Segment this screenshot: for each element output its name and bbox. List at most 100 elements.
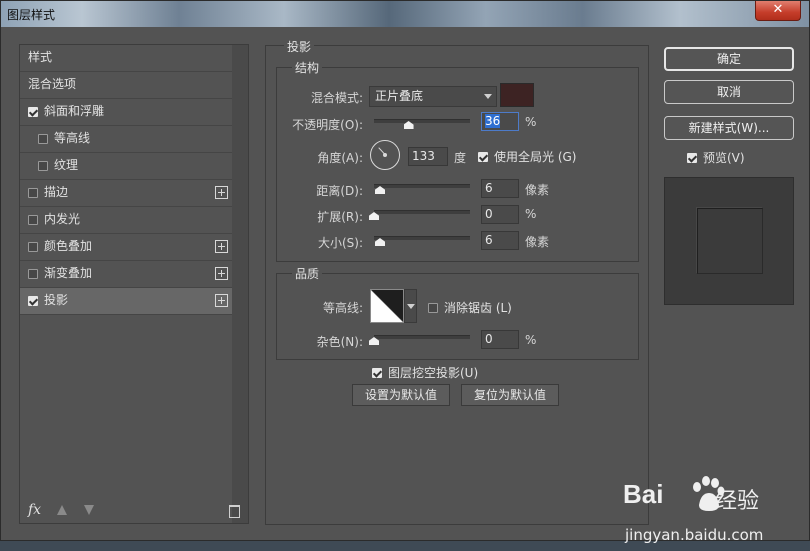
noise-input[interactable]: 0 — [481, 330, 519, 349]
opacity-unit: % — [525, 115, 537, 129]
style-item-label: 颜色叠加 — [44, 239, 93, 253]
style-checkbox[interactable] — [28, 269, 38, 279]
reset-default-button[interactable]: 复位为默认值 — [461, 384, 559, 406]
noise-unit: % — [525, 333, 537, 347]
add-icon[interactable] — [215, 294, 228, 307]
style-item-label: 投影 — [44, 293, 69, 307]
opacity-label: 不透明度(O): — [292, 118, 363, 132]
preview-checkbox[interactable]: 预览(V) — [687, 149, 745, 166]
style-item[interactable]: 混合选项 — [20, 72, 232, 99]
spread-input[interactable]: 0 — [481, 205, 519, 224]
blend-mode-label: 混合模式: — [310, 91, 363, 105]
opacity-value: 36 — [485, 114, 501, 128]
distance-unit: 像素 — [525, 183, 550, 197]
opacity-slider[interactable] — [374, 119, 470, 123]
window-title: 图层样式 — [7, 8, 56, 22]
cancel-button[interactable]: 取消 — [664, 80, 794, 104]
style-item[interactable]: 斜面和浮雕 — [20, 99, 232, 126]
watermark-logo-text: Bai — [623, 479, 664, 509]
style-checkbox[interactable] — [38, 161, 48, 171]
styles-toolbar: fx — [20, 500, 248, 523]
style-checkbox[interactable] — [28, 296, 38, 306]
style-checkbox[interactable] — [28, 188, 38, 198]
baidu-jingyan-watermark: Bai 经验 jingyan.baidu.com — [623, 476, 793, 551]
style-item[interactable]: 投影 — [20, 288, 232, 315]
style-item-label: 内发光 — [44, 212, 81, 226]
noise-label: 杂色(N): — [316, 335, 363, 349]
style-item-label: 斜面和浮雕 — [44, 104, 105, 118]
quality-title: 品质 — [292, 265, 323, 282]
shadow-color-swatch[interactable] — [500, 83, 534, 107]
antialias-checkbox[interactable]: 消除锯齿 (L) — [428, 299, 512, 316]
fx-icon[interactable]: fx — [28, 502, 41, 518]
size-unit: 像素 — [525, 235, 550, 249]
ok-button[interactable]: 确定 — [664, 47, 794, 71]
distance-input[interactable]: 6 — [481, 179, 519, 198]
contour-picker[interactable] — [370, 289, 404, 323]
close-button[interactable]: ✕ — [755, 1, 801, 21]
contour-label: 等高线: — [322, 301, 363, 315]
contour-dropdown-icon[interactable] — [404, 289, 417, 323]
distance-label: 距离(D): — [316, 184, 363, 198]
style-checkbox[interactable] — [28, 107, 38, 117]
noise-slider[interactable] — [374, 335, 470, 339]
style-checkbox[interactable] — [28, 242, 38, 252]
global-light-check-icon — [478, 152, 488, 162]
new-style-button[interactable]: 新建样式(W)... — [664, 116, 794, 140]
distance-slider[interactable] — [374, 184, 470, 188]
styles-list: 样式混合选项斜面和浮雕等高线纹理描边内发光颜色叠加渐变叠加投影 — [20, 45, 232, 315]
size-label: 大小(S): — [317, 236, 363, 250]
preview-label: 预览(V) — [703, 151, 745, 165]
knockout-label: 图层挖空投影(U) — [388, 366, 479, 380]
style-item-label: 渐变叠加 — [44, 266, 93, 280]
style-item-label: 纹理 — [54, 158, 79, 172]
knockout-check-icon — [372, 368, 382, 378]
chevron-down-icon — [484, 94, 492, 99]
angle-unit: 度 — [454, 151, 467, 165]
size-slider[interactable] — [374, 236, 470, 240]
preview-check-icon — [687, 153, 697, 163]
style-item[interactable]: 描边 — [20, 180, 232, 207]
angle-input[interactable]: 133 — [408, 147, 448, 166]
dialog-body: 样式 混合选项 斜面和浮雕 等高线 纹理 描边 内发光 颜色叠加 渐变叠加 投影 fx 投影 结构… — [1, 27, 809, 544]
title-bar: 图层样式 ✕ — [1, 1, 809, 27]
global-light-label: 使用全局光 (G) — [494, 150, 577, 164]
style-item[interactable]: 纹理 — [20, 153, 232, 180]
structure-title: 结构 — [292, 59, 323, 76]
blend-mode-value: 正片叠底 — [375, 89, 424, 103]
trash-icon[interactable] — [229, 505, 240, 518]
angle-dial[interactable] — [370, 140, 400, 170]
opacity-input[interactable]: 36 — [481, 112, 519, 131]
add-icon[interactable] — [215, 240, 228, 253]
spread-slider[interactable] — [374, 210, 470, 214]
knockout-checkbox[interactable]: 图层挖空投影(U) — [372, 364, 478, 381]
watermark-cn-text: 经验 — [715, 489, 760, 514]
antialias-label: 消除锯齿 (L) — [444, 301, 512, 315]
global-light-checkbox[interactable]: 使用全局光 (G) — [478, 148, 576, 165]
style-item[interactable]: 样式 — [20, 45, 232, 72]
style-checkbox[interactable] — [38, 134, 48, 144]
style-checkbox[interactable] — [28, 215, 38, 225]
style-item-label: 混合选项 — [28, 77, 77, 91]
style-item[interactable]: 等高线 — [20, 126, 232, 153]
size-input[interactable]: 6 — [481, 231, 519, 250]
add-icon[interactable] — [215, 267, 228, 280]
angle-label: 角度(A): — [317, 151, 363, 165]
arrow-up-icon[interactable] — [57, 505, 67, 515]
add-icon[interactable] — [215, 186, 228, 199]
arrow-down-icon[interactable] — [84, 505, 94, 515]
preview-swatch — [697, 208, 763, 274]
spread-label: 扩展(R): — [317, 210, 363, 224]
antialias-check-icon — [428, 303, 438, 313]
style-item[interactable]: 内发光 — [20, 207, 232, 234]
style-item[interactable]: 渐变叠加 — [20, 261, 232, 288]
styles-panel: 样式混合选项斜面和浮雕等高线纹理描边内发光颜色叠加渐变叠加投影 fx — [19, 44, 249, 524]
style-item[interactable]: 颜色叠加 — [20, 234, 232, 261]
styles-scrollbar[interactable] — [232, 45, 248, 523]
blend-mode-select[interactable]: 正片叠底 — [369, 86, 497, 107]
spread-unit: % — [525, 207, 537, 221]
make-default-button[interactable]: 设置为默认值 — [352, 384, 450, 406]
style-item-label: 等高线 — [54, 131, 91, 145]
drop-shadow-title: 投影 — [284, 38, 315, 55]
style-item-label: 描边 — [44, 185, 69, 199]
